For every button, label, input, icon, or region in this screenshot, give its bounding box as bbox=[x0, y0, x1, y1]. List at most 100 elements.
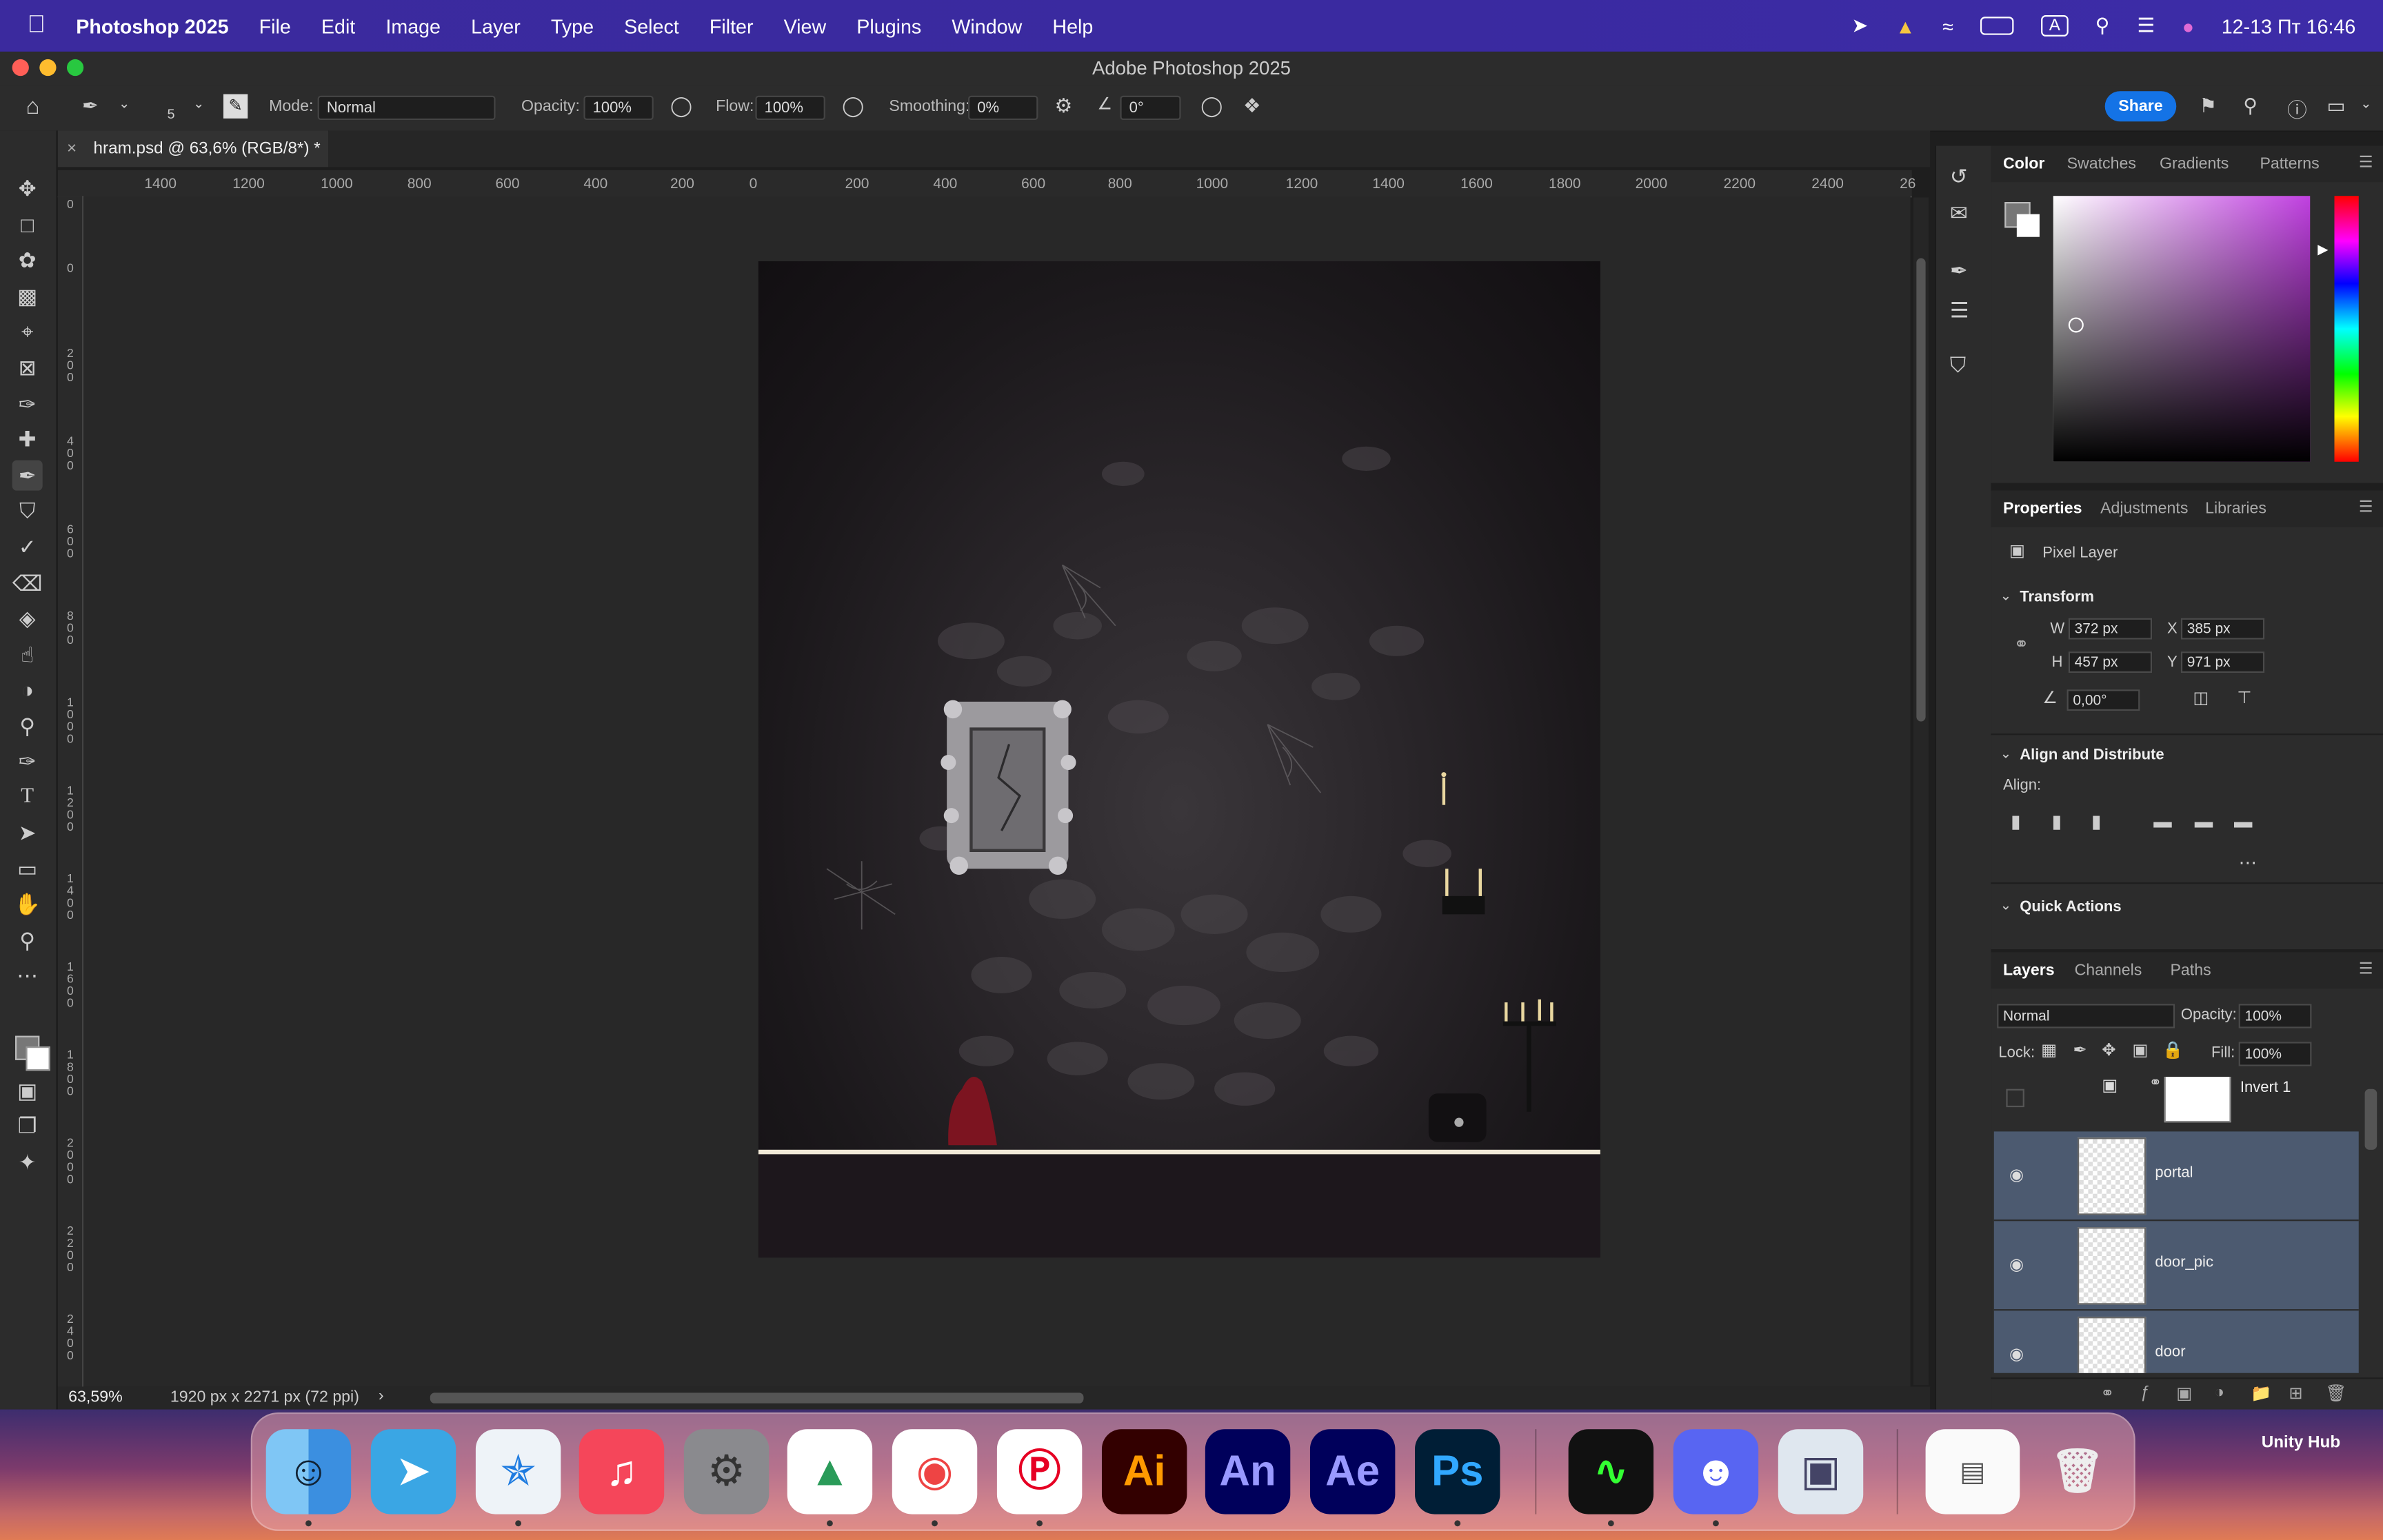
panel-menu-icon[interactable]: ☰ bbox=[2359, 154, 2373, 172]
help-icon[interactable]: ⓘ bbox=[2287, 94, 2307, 123]
generative-fill-icon[interactable]: ✦ bbox=[12, 1146, 43, 1177]
object-selection-tool-icon[interactable]: ▩ bbox=[12, 281, 43, 312]
menu-file[interactable]: File bbox=[259, 14, 291, 37]
brush-size-chevron-icon[interactable]: ⌄ bbox=[193, 96, 205, 112]
align-section-title[interactable]: Align and Distribute bbox=[2020, 747, 2164, 764]
status-menu-chevron-icon[interactable]: › bbox=[379, 1387, 384, 1405]
zoom-tool-icon[interactable]: ⚲ bbox=[12, 925, 43, 955]
eraser-tool-icon[interactable]: ⌫ bbox=[12, 568, 43, 598]
background-swatch[interactable] bbox=[2016, 214, 2040, 237]
lasso-tool-icon[interactable]: ✿ bbox=[12, 245, 43, 275]
document-tab[interactable]: × hram.psd @ 63,6% (RGB/8*) * bbox=[57, 130, 329, 168]
smudge-tool-icon[interactable]: ☝ bbox=[12, 640, 43, 670]
align-right-icon[interactable]: ▮ bbox=[2091, 811, 2102, 833]
menu-view[interactable]: View bbox=[784, 14, 827, 37]
color-picker-cursor[interactable] bbox=[2068, 317, 2084, 333]
transform-section-title[interactable]: Transform bbox=[2020, 589, 2094, 606]
align-vertical-center-icon[interactable]: ▬ bbox=[2195, 811, 2213, 833]
share-button[interactable]: Share bbox=[2104, 91, 2177, 122]
y-field[interactable]: 971 px bbox=[2180, 651, 2265, 673]
mask-link-icon[interactable]: ⚭ bbox=[2149, 1077, 2162, 1092]
layer-thumbnail[interactable] bbox=[2078, 1317, 2146, 1373]
close-window-button[interactable] bbox=[12, 59, 29, 77]
vertical-scrollbar[interactable] bbox=[1913, 197, 1929, 1386]
zoom-level[interactable]: 63,59% bbox=[68, 1388, 123, 1406]
search-icon[interactable]: ⚲ bbox=[2243, 94, 2258, 119]
airbrush-icon[interactable]: ◯ bbox=[842, 94, 864, 119]
flow-field[interactable]: 100% bbox=[755, 95, 825, 121]
spotlight-search-icon[interactable]: ⚲ bbox=[2095, 14, 2110, 38]
quick-actions-title[interactable]: Quick Actions bbox=[2020, 899, 2121, 915]
brush-settings-icon[interactable]: ✎ bbox=[223, 94, 248, 119]
dock-chrome-icon[interactable]: ◉ bbox=[892, 1429, 978, 1514]
horizontal-scrollbar-thumb[interactable] bbox=[430, 1392, 1084, 1404]
flip-vertical-icon[interactable]: ⊤ bbox=[2237, 688, 2251, 707]
dock-pinterest-icon[interactable]: Ⓟ bbox=[996, 1429, 1083, 1514]
layer-row-selected[interactable]: ◉ door bbox=[1993, 1310, 2359, 1373]
hue-slider-marker-icon[interactable]: ▶ bbox=[2317, 241, 2328, 258]
lock-all-icon[interactable]: 🔒 bbox=[2162, 1040, 2183, 1060]
blend-mode-select[interactable]: Normal bbox=[1997, 1004, 2175, 1029]
layer-name[interactable]: portal bbox=[2155, 1165, 2193, 1182]
menu-type[interactable]: Type bbox=[551, 14, 594, 37]
lock-transparent-icon[interactable]: ▦ bbox=[2041, 1040, 2057, 1060]
type-tool-icon[interactable]: T bbox=[12, 782, 43, 813]
layer-row[interactable]: ▣ ⚭ Invert 1 bbox=[1993, 1077, 2359, 1133]
tab-color[interactable]: Color bbox=[2003, 155, 2044, 173]
pressure-size-icon[interactable]: ◯ bbox=[1200, 94, 1223, 119]
crop-tool-icon[interactable]: ⌖ bbox=[12, 316, 43, 346]
close-tab-icon[interactable]: × bbox=[67, 140, 77, 158]
menu-image[interactable]: Image bbox=[385, 14, 441, 37]
paint-bucket-tool-icon[interactable]: ◈ bbox=[12, 603, 43, 634]
hue-slider[interactable] bbox=[2334, 196, 2359, 462]
wifi-icon[interactable]: ≈ bbox=[1942, 14, 1953, 37]
adjustment-layer-add-icon[interactable]: ◑ bbox=[2214, 1384, 2224, 1401]
home-icon[interactable]: ⌂ bbox=[26, 94, 39, 120]
move-tool-icon[interactable]: ✥ bbox=[12, 173, 43, 203]
align-chevron-icon[interactable]: ⌄ bbox=[2000, 746, 2012, 762]
smoothing-field[interactable]: 0% bbox=[968, 95, 1038, 121]
input-source-icon[interactable]: A bbox=[2041, 15, 2068, 37]
tab-swatches[interactable]: Swatches bbox=[2067, 155, 2136, 173]
dock-discord-icon[interactable]: ☻ bbox=[1673, 1429, 1759, 1514]
dock-recent-document-icon[interactable]: ▤ bbox=[1925, 1429, 2020, 1514]
dock-preview-icon[interactable]: ▣ bbox=[1778, 1429, 1864, 1514]
telegram-status-icon[interactable]: ➤ bbox=[1851, 14, 1868, 38]
more-options-icon[interactable]: ⋯ bbox=[2239, 852, 2257, 873]
color-picker-field[interactable] bbox=[2053, 196, 2311, 462]
tab-layers[interactable]: Layers bbox=[2003, 962, 2055, 980]
quick-mask-icon[interactable]: ▣ bbox=[12, 1075, 43, 1106]
brush-tool-preset-icon[interactable]: ✒ bbox=[82, 94, 99, 119]
adjustments-icon[interactable]: ☰ bbox=[1950, 298, 1969, 323]
zoom-tool-lens-icon[interactable]: ⚲ bbox=[12, 711, 43, 741]
more-tools-icon[interactable]: ⋯ bbox=[12, 960, 43, 990]
x-field[interactable]: 385 px bbox=[2180, 618, 2265, 640]
menu-window[interactable]: Window bbox=[952, 14, 1022, 37]
frame-tool-icon[interactable]: ⊠ bbox=[12, 352, 43, 383]
dock-after-effects-icon[interactable]: Ae bbox=[1309, 1429, 1396, 1514]
pen-tool-icon[interactable]: ✑ bbox=[12, 746, 43, 776]
height-field[interactable]: 457 px bbox=[2068, 651, 2153, 673]
tab-properties[interactable]: Properties bbox=[2003, 500, 2082, 518]
background-color-swatch[interactable] bbox=[26, 1046, 50, 1071]
eye-icon[interactable]: ◉ bbox=[2009, 1344, 2024, 1364]
layer-thumbnail[interactable] bbox=[2078, 1137, 2146, 1215]
siri-icon[interactable]: ● bbox=[2182, 14, 2194, 37]
dock-activity-monitor-icon[interactable]: ∿ bbox=[1568, 1429, 1654, 1514]
tab-gradients[interactable]: Gradients bbox=[2160, 155, 2229, 173]
mode-select[interactable]: Normal bbox=[317, 95, 496, 121]
menu-filter[interactable]: Filter bbox=[710, 14, 754, 37]
layer-name[interactable]: Invert 1 bbox=[2240, 1080, 2291, 1096]
screen-mode-icon[interactable]: ❐ bbox=[12, 1111, 43, 1141]
align-bottom-icon[interactable]: ▬ bbox=[2234, 811, 2252, 833]
brush-size-value[interactable]: 5 bbox=[167, 106, 174, 121]
dock-trash-icon[interactable]: 🗑 bbox=[2035, 1429, 2120, 1514]
app-name-menu[interactable]: Photoshop 2025 bbox=[76, 14, 228, 37]
dock-music-icon[interactable]: ♫ bbox=[579, 1429, 665, 1514]
properties-menu-icon[interactable]: ☰ bbox=[2359, 498, 2373, 516]
layer-name[interactable]: door bbox=[2155, 1344, 2185, 1361]
notifications-icon[interactable]: ⚑ bbox=[2199, 94, 2217, 119]
layers-menu-icon[interactable]: ☰ bbox=[2359, 960, 2373, 977]
align-horizontal-center-icon[interactable]: ▮ bbox=[2052, 811, 2062, 833]
add-mask-icon[interactable]: ▣ bbox=[2176, 1384, 2192, 1403]
